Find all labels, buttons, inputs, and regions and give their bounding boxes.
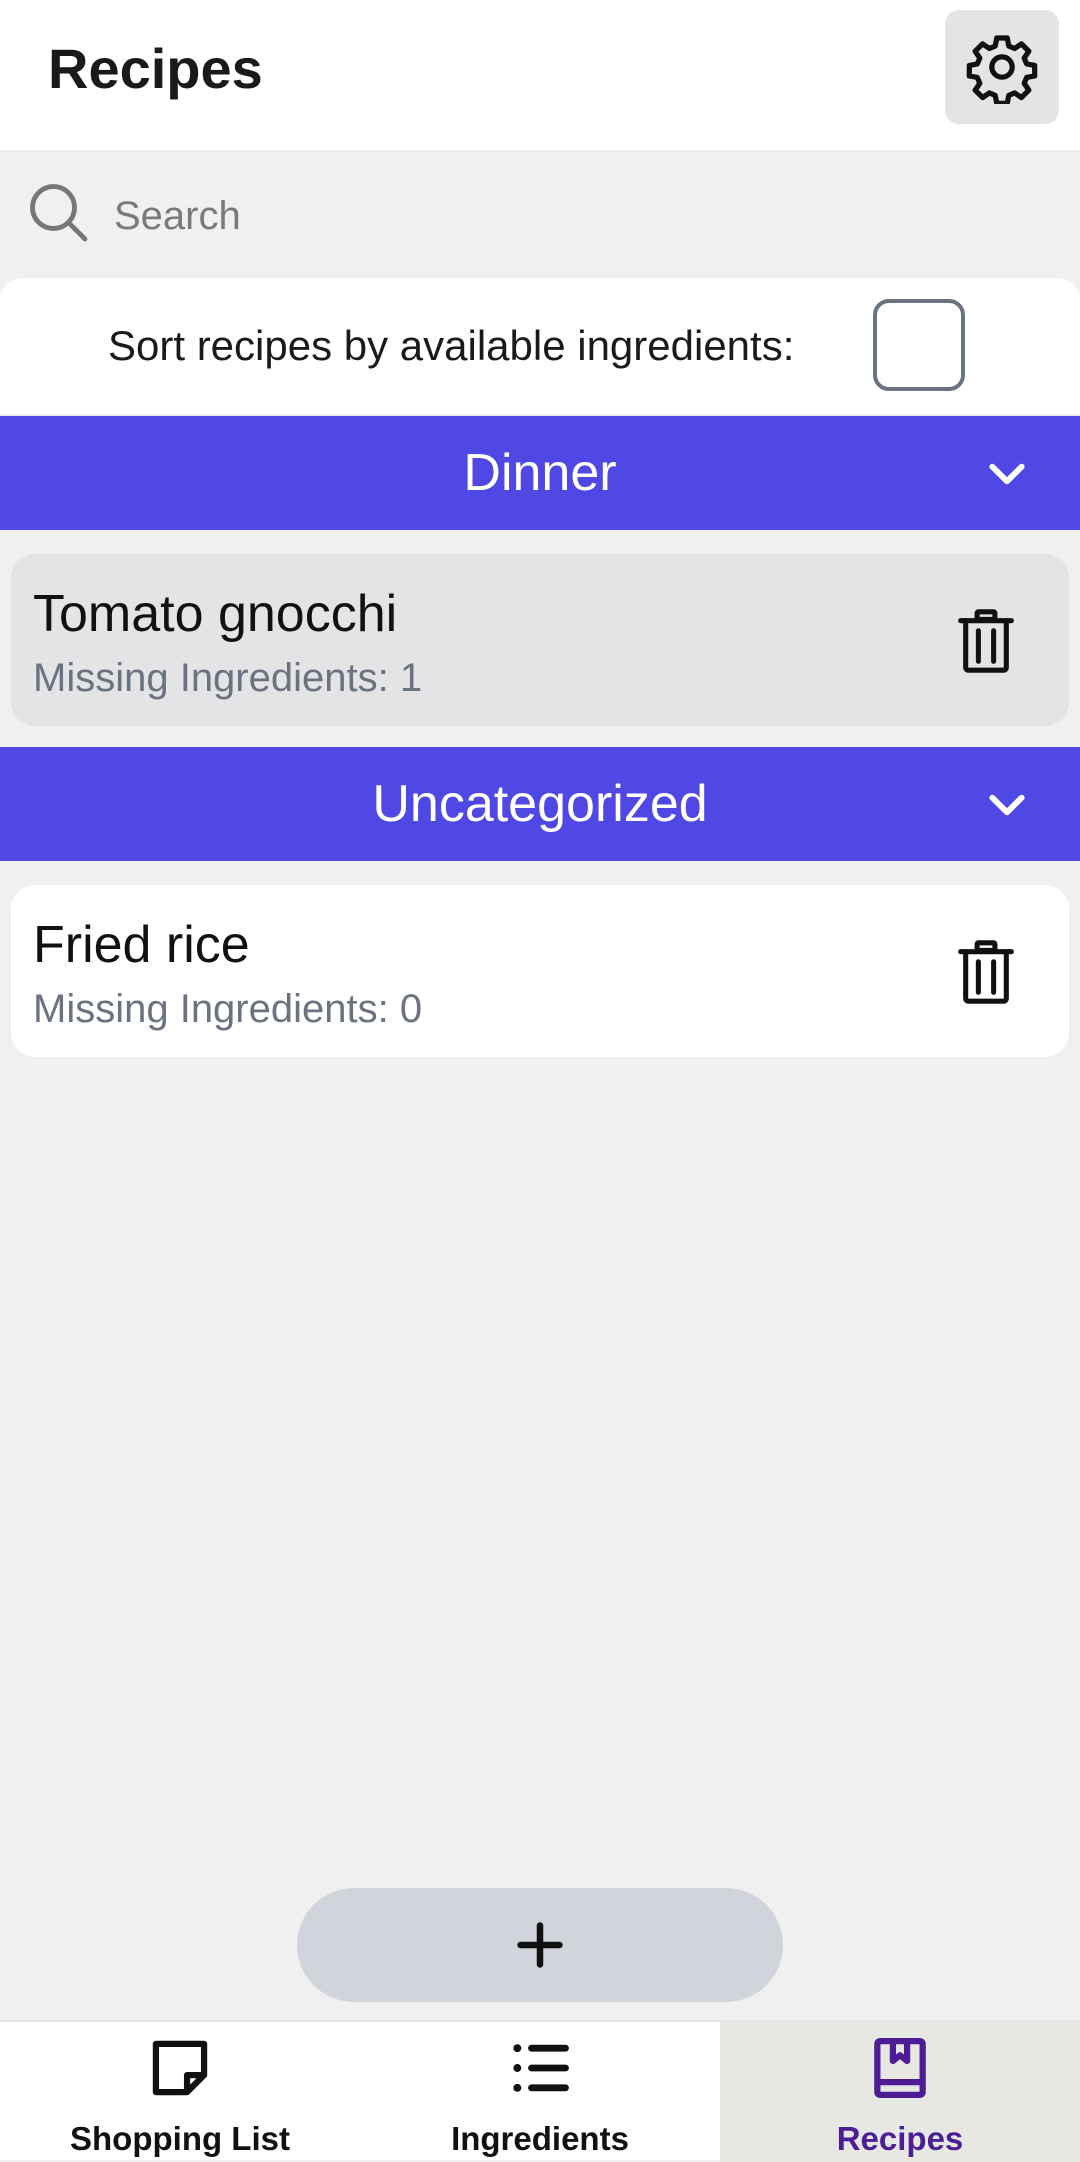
recipe-card[interactable]: Tomato gnocchi Missing Ingredients: 1 (11, 554, 1069, 726)
sort-label: Sort recipes by available ingredients: (108, 322, 795, 369)
book-icon (874, 2037, 926, 2099)
nav-item-recipes[interactable]: Recipes (720, 2022, 1080, 2162)
chevron-down-icon (989, 794, 1025, 816)
trash-icon (958, 609, 1014, 673)
recipe-name: Fried rice (33, 916, 250, 974)
search-input[interactable] (112, 180, 1016, 252)
trash-icon (958, 940, 1014, 1004)
missing-ingredients: Missing Ingredients: 0 (33, 987, 423, 1031)
nav-label: Ingredients (451, 2120, 629, 2157)
nav-item-shopping-list[interactable]: Shopping List (0, 2022, 360, 2162)
add-recipe-button[interactable] (297, 1888, 783, 2002)
chevron-down-icon (989, 463, 1025, 485)
section-title: Uncategorized (372, 775, 708, 833)
delete-recipe-button[interactable] (951, 937, 1021, 1007)
delete-recipe-button[interactable] (951, 606, 1021, 676)
sort-options: Sort recipes by available ingredients: (0, 278, 1080, 414)
top-app-bar: Recipes (0, 0, 1080, 150)
search-icon (30, 184, 88, 242)
nav-label: Recipes (836, 2120, 964, 2157)
section-header-uncategorized[interactable]: Uncategorized (0, 747, 1080, 861)
bottom-navigation: Shopping List Ingredients Recipes (0, 2020, 1080, 2162)
missing-ingredients: Missing Ingredients: 1 (33, 656, 423, 700)
recipe-name: Tomato gnocchi (33, 585, 398, 643)
recipe-card[interactable]: Fried rice Missing Ingredients: 0 (11, 885, 1069, 1057)
nav-label: Shopping List (70, 2120, 290, 2157)
sort-checkbox[interactable] (873, 299, 965, 391)
search-bar (0, 150, 1080, 278)
plus-icon (517, 1922, 563, 1968)
section-title: Dinner (463, 444, 617, 502)
settings-button[interactable] (945, 10, 1059, 124)
nav-item-ingredients[interactable]: Ingredients (360, 2022, 720, 2162)
note-icon (152, 2040, 208, 2096)
section-header-dinner[interactable]: Dinner (0, 416, 1080, 530)
page-title: Recipes (48, 37, 263, 100)
list-icon (513, 2044, 569, 2092)
gear-icon (966, 35, 1038, 104)
